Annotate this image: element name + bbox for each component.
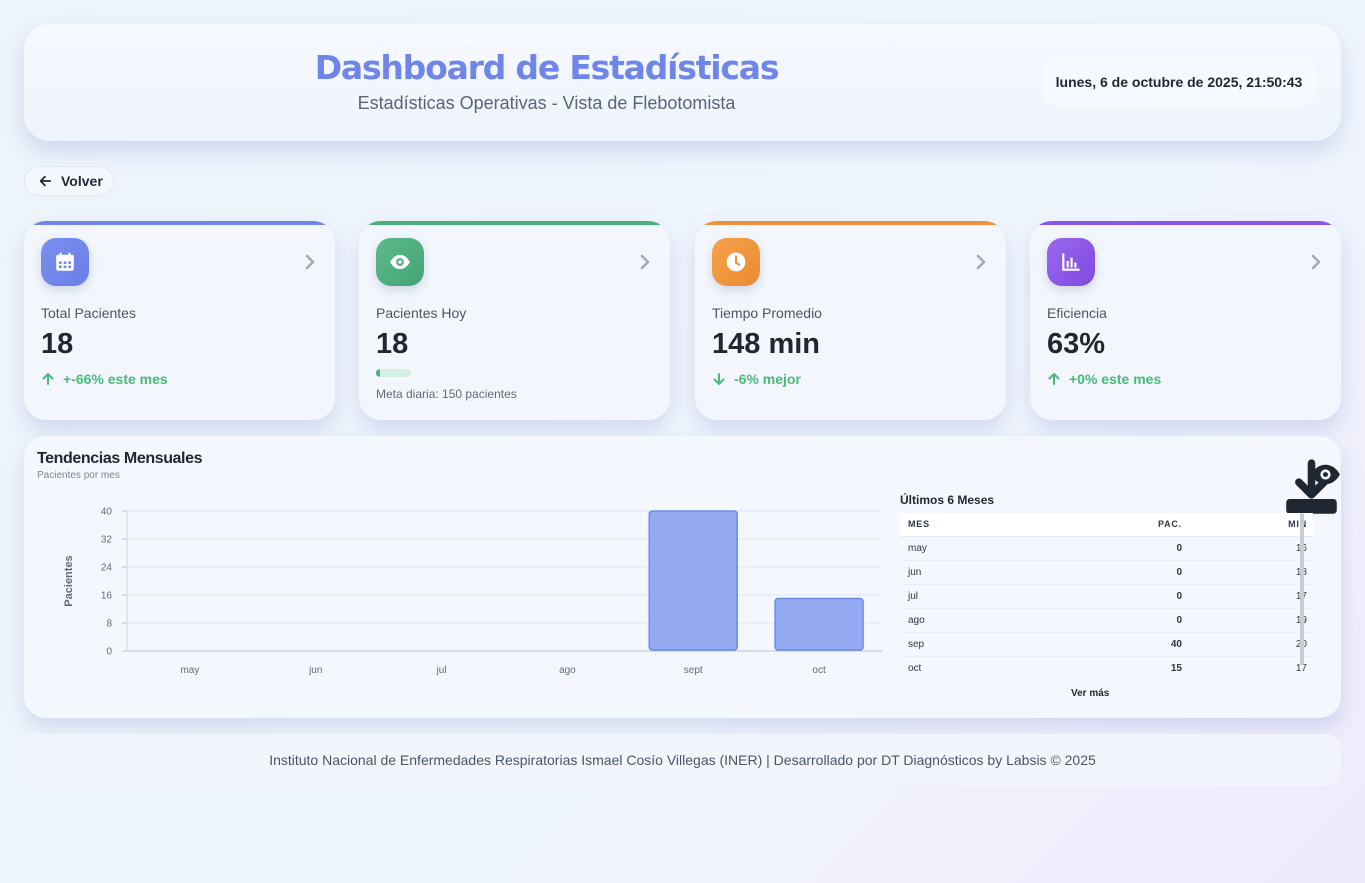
x-tick-label: oct — [812, 665, 826, 676]
y-tick-label: 16 — [101, 591, 113, 602]
cell-mes: may — [900, 536, 1060, 561]
bar — [648, 510, 738, 651]
card-meta: Meta diaria: 150 pacientes — [376, 387, 517, 401]
card-trend: +0% este mes — [1047, 371, 1161, 387]
arrow-up-icon — [42, 373, 54, 385]
y-tick-label: 40 — [101, 507, 113, 518]
cell-min: 17 — [1182, 584, 1313, 609]
cell-pac: 0 — [1060, 560, 1182, 585]
months-table: MES PAC. MIN may 0 16 jun 0 18 jul — [900, 513, 1313, 680]
header: Dashboard de Estadísticas Estadísticas O… — [24, 24, 1341, 141]
bar — [774, 597, 864, 651]
cell-pac: 15 — [1170, 662, 1182, 674]
cell-pac: 0 — [1060, 608, 1182, 633]
x-tick-label: sept — [684, 665, 703, 676]
chevron-right-icon[interactable] — [975, 253, 987, 271]
card-trend-text: +-66% este mes — [63, 371, 168, 387]
chevron-right-icon[interactable] — [304, 253, 316, 271]
card-value: 63% — [1047, 328, 1106, 360]
table-row: oct 15 17 — [900, 656, 1313, 680]
eye-icon[interactable] — [1310, 459, 1341, 490]
x-tick-label: ago — [559, 665, 576, 676]
cell-pac: 0 — [1060, 584, 1182, 609]
card-label: Total Pacientes — [41, 305, 136, 321]
cell-pac: 0 — [1060, 536, 1182, 561]
chevron-right-icon[interactable] — [1310, 253, 1322, 271]
page-subtitle: Estadísticas Operativas - Vista de Flebo… — [357, 93, 736, 113]
y-tick-label: 32 — [101, 535, 113, 546]
daily-goal-progress — [376, 369, 411, 377]
bar-chart: 40 32 24 16 8 0 Pacientes may jun jul ago sept oct — [63, 507, 882, 676]
back-button[interactable]: Volver — [24, 166, 114, 196]
card-label: Eficiencia — [1047, 305, 1107, 321]
card-accent-bar — [1030, 221, 1341, 225]
cell-min: 19 — [1182, 608, 1313, 633]
cell-min: 16 — [1182, 536, 1313, 561]
column-header-pac: PAC. — [1060, 513, 1182, 537]
progress-fill — [376, 369, 381, 377]
cell-mes: sep — [900, 632, 1060, 657]
y-tick-label: 24 — [101, 563, 113, 574]
card-value: 18 — [41, 328, 74, 360]
card-accent-bar — [24, 221, 335, 225]
card-trend-text: -6% mejor — [734, 371, 801, 387]
footer: Instituto Nacional de Enfermedades Respi… — [24, 734, 1341, 786]
y-tick-label: 8 — [106, 619, 112, 630]
cell-min: 17 — [1295, 662, 1307, 674]
cell-mes: jul — [900, 584, 1060, 609]
card-accent-bar — [359, 221, 670, 225]
card-label: Tiempo Promedio — [712, 305, 822, 321]
clock-icon — [712, 238, 760, 286]
cell-mes: ago — [900, 608, 1060, 633]
table-title: Últimos 6 Meses — [900, 493, 995, 507]
column-header-mes: MES — [900, 513, 1060, 537]
x-tick-label: may — [180, 665, 199, 676]
card-value: 18 — [376, 328, 409, 360]
x-tick-label: jun — [308, 665, 322, 676]
x-tick-label: jul — [436, 665, 447, 676]
card-tiempo-promedio[interactable]: Tiempo Promedio 148 min -6% mejor — [695, 221, 1006, 420]
cell-min: 18 — [1182, 560, 1313, 585]
arrow-left-icon — [39, 175, 52, 187]
table-row: sep 40 20 — [900, 632, 1313, 657]
chevron-right-icon[interactable] — [639, 253, 651, 271]
datetime-display: lunes, 6 de octubre de 2025, 21:50:43 — [1042, 58, 1316, 106]
cell-mes: oct — [908, 662, 922, 674]
calendar-icon — [41, 238, 89, 286]
card-trend-text: +0% este mes — [1069, 371, 1162, 387]
cell-min: 20 — [1182, 632, 1313, 657]
back-button-label: Volver — [61, 173, 103, 189]
arrow-up-icon — [1048, 373, 1060, 385]
card-accent-bar — [695, 221, 1006, 225]
arrow-down-icon — [713, 373, 725, 385]
ver-mas-link[interactable]: Ver más — [1071, 688, 1109, 699]
table-row: ago 0 19 — [900, 608, 1313, 633]
cell-mes: jun — [900, 560, 1060, 585]
months-table-container: MES PAC. MIN may 0 16 jun 0 18 jul — [900, 513, 1323, 674]
table-row: jul 0 17 — [900, 584, 1313, 609]
card-total-pacientes[interactable]: Total Pacientes 18 +-66% este mes — [24, 221, 335, 420]
footer-text: Instituto Nacional de Enfermedades Respi… — [269, 752, 1096, 768]
eye-icon — [376, 238, 424, 286]
trends-panel: Tendencias Mensuales Pacientes por mes 4… — [24, 436, 1341, 718]
card-value: 148 min — [712, 328, 820, 360]
page-title: Dashboard de Estadísticas — [314, 48, 780, 87]
card-trend: -6% mejor — [712, 371, 801, 387]
table-scrollbar[interactable] — [1300, 513, 1304, 665]
cell-pac: 40 — [1060, 632, 1182, 657]
card-label: Pacientes Hoy — [376, 305, 467, 321]
card-trend: +-66% este mes — [41, 371, 168, 387]
table-row: jun 0 18 — [900, 560, 1313, 585]
y-tick-label: 0 — [106, 647, 112, 658]
table-header-row: MES PAC. MIN — [900, 513, 1313, 537]
card-pacientes-hoy[interactable]: Pacientes Hoy 18 Meta diaria: 150 pacien… — [359, 221, 670, 420]
bar-chart-icon — [1047, 238, 1095, 286]
table-row: may 0 16 — [900, 536, 1313, 561]
column-header-min: MIN — [1182, 513, 1313, 537]
y-axis-label: Pacientes — [63, 555, 75, 606]
card-eficiencia[interactable]: Eficiencia 63% +0% este mes — [1030, 221, 1341, 420]
